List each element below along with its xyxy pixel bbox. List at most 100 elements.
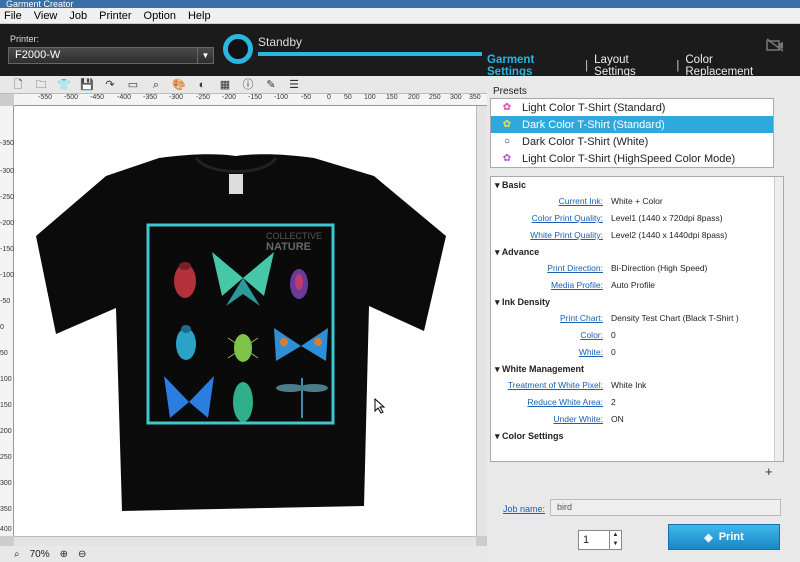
preset-item[interactable]: ✿ Dark Color T-Shirt (Standard) bbox=[491, 116, 773, 133]
canvas-horizontal-scrollbar[interactable] bbox=[14, 536, 476, 546]
highspeed-icon: ✿ bbox=[502, 152, 512, 164]
canvas-area: -550 -500 -450 -400 -350 -300 -250 -200 … bbox=[0, 94, 487, 546]
status-progress-bar bbox=[258, 52, 482, 56]
printer-select[interactable]: F2000-W ▼ bbox=[8, 47, 214, 64]
ruler-label: 150 bbox=[386, 94, 398, 101]
media-profile-value: Auto Profile bbox=[611, 280, 655, 290]
beetle-purple-icon bbox=[290, 269, 308, 299]
dark-shirt-icon: ✿ bbox=[502, 118, 512, 130]
tshirt-tag bbox=[229, 174, 243, 194]
zoom-in-icon[interactable]: ⊕ bbox=[60, 549, 68, 560]
ruler-label: 50 bbox=[344, 94, 352, 101]
menu-bar: File View Job Printer Option Help bbox=[0, 8, 800, 24]
save-icon[interactable]: 💾 bbox=[79, 78, 95, 92]
open-icon[interactable]: 🗀 bbox=[33, 78, 49, 92]
copies-spin-icon[interactable]: ▲ ▼ bbox=[609, 531, 621, 549]
ruler-label: -300 bbox=[0, 168, 15, 175]
menu-printer[interactable]: Printer bbox=[99, 10, 131, 22]
ruler-label: 50 bbox=[0, 350, 8, 357]
copies-stepper[interactable]: 1 ▲ ▼ bbox=[578, 530, 622, 550]
color-density-link[interactable]: Color: bbox=[491, 327, 609, 344]
section-basic[interactable]: ▾ Basic bbox=[491, 177, 783, 193]
ruler-label: 250 bbox=[429, 94, 441, 101]
print-direction-link[interactable]: Print Direction: bbox=[491, 260, 609, 277]
white-density-link[interactable]: White: bbox=[491, 344, 609, 361]
ruler-label: 350 bbox=[469, 94, 481, 101]
section-title: Basic bbox=[502, 180, 527, 190]
under-white-link[interactable]: Under White: bbox=[491, 411, 609, 428]
job-name-input[interactable]: bird bbox=[550, 499, 781, 516]
tab-color-replacement[interactable]: Color Replacement bbox=[685, 54, 780, 78]
job-name-label[interactable]: Job name: bbox=[503, 504, 545, 514]
color-quality-link[interactable]: Color Print Quality: bbox=[491, 210, 609, 227]
preset-item[interactable]: ✿ Light Color T-Shirt (Standard) bbox=[491, 99, 773, 116]
current-ink-link[interactable]: Current Ink: bbox=[491, 193, 609, 210]
redo-icon[interactable]: ↷ bbox=[102, 78, 118, 92]
zoom-fit-icon[interactable]: ⌕ bbox=[14, 549, 20, 560]
notes-icon[interactable]: ✎ bbox=[263, 78, 279, 92]
zoom-out-icon[interactable]: ⊖ bbox=[78, 549, 86, 560]
section-color-settings[interactable]: ▾ Color Settings bbox=[491, 428, 783, 444]
ruler-label: -150 bbox=[0, 246, 15, 253]
window-titlebar: Garment Creator bbox=[0, 0, 800, 8]
preset-label: Dark Color T-Shirt (White) bbox=[522, 135, 649, 148]
white-pixel-link[interactable]: Treatment of White Pixel: bbox=[491, 377, 609, 394]
ruler-label: -250 bbox=[196, 94, 211, 101]
beetle-teal-icon bbox=[233, 382, 253, 422]
new-icon[interactable]: 🗋 bbox=[10, 78, 26, 92]
menu-job[interactable]: Job bbox=[69, 10, 87, 22]
print-button[interactable]: ◈ Print bbox=[668, 524, 780, 550]
ruler-label: -300 bbox=[169, 94, 184, 101]
list-icon[interactable]: ☰ bbox=[286, 78, 302, 92]
ruler-label: -400 bbox=[117, 94, 132, 101]
calculator-icon[interactable]: ▦ bbox=[217, 78, 233, 92]
ruler-label: -550 bbox=[38, 94, 53, 101]
white-quality-link[interactable]: White Print Quality: bbox=[491, 227, 609, 244]
section-advance[interactable]: ▾ Advance bbox=[491, 244, 783, 260]
frame-icon[interactable]: ▭ bbox=[125, 78, 141, 92]
section-title: Ink Density bbox=[502, 297, 551, 307]
shirt-icon[interactable]: 👕 bbox=[56, 78, 72, 92]
tshirt-preview: COLLECTIVE NATURE bbox=[36, 154, 446, 511]
tab-garment-settings[interactable]: Garment Settings bbox=[487, 54, 579, 78]
chevron-down-icon[interactable]: ▼ bbox=[197, 48, 213, 63]
menu-option[interactable]: Option bbox=[144, 10, 176, 22]
palette-icon[interactable]: 🎨 bbox=[171, 78, 187, 92]
under-white-value: ON bbox=[611, 414, 624, 424]
section-ink-density[interactable]: ▾ Ink Density bbox=[491, 294, 783, 310]
menu-file[interactable]: File bbox=[4, 10, 22, 22]
preset-item[interactable]: ✿ Light Color T-Shirt (HighSpeed Color Mo… bbox=[491, 150, 773, 167]
info-icon[interactable]: ⓘ bbox=[240, 78, 256, 92]
setting-row: White Print Quality: Level2 (1440 x 1440d… bbox=[491, 227, 783, 244]
menu-help[interactable]: Help bbox=[188, 10, 211, 22]
status-text: Standby bbox=[258, 35, 303, 49]
add-icon[interactable]: + bbox=[765, 464, 773, 479]
print-chart-link[interactable]: Print Chart: bbox=[491, 310, 609, 327]
reduce-white-link[interactable]: Reduce White Area: bbox=[491, 394, 609, 411]
camera-off-icon[interactable] bbox=[766, 38, 784, 52]
section-white-management[interactable]: ▾ White Management bbox=[491, 361, 783, 377]
tab-layout-settings[interactable]: Layout Settings bbox=[594, 54, 670, 78]
ruler-label: -450 bbox=[90, 94, 105, 101]
ruler-label: 350 bbox=[0, 506, 12, 513]
setting-row: Color Print Quality: Level1 (1440 x 720dp… bbox=[491, 210, 783, 227]
ruler-label: -500 bbox=[64, 94, 79, 101]
copies-value: 1 bbox=[583, 534, 590, 546]
ruler-label: 200 bbox=[408, 94, 420, 101]
window-title: Garment Creator bbox=[6, 0, 74, 8]
ruler-label: -250 bbox=[0, 194, 15, 201]
print-canvas[interactable]: COLLECTIVE NATURE bbox=[14, 106, 476, 536]
menu-view[interactable]: View bbox=[34, 10, 58, 22]
media-profile-link[interactable]: Media Profile: bbox=[491, 277, 609, 294]
search-tool-icon[interactable]: ⌕ bbox=[148, 78, 164, 92]
white-ink-icon[interactable]: ◐ bbox=[194, 78, 210, 92]
preset-item[interactable]: ○ Dark Color T-Shirt (White) bbox=[491, 133, 773, 150]
setting-row: Print Direction: Bi-Direction (High Speed… bbox=[491, 260, 783, 277]
canvas-vertical-scrollbar[interactable] bbox=[476, 106, 487, 536]
print-direction-value: Bi-Direction (High Speed) bbox=[611, 263, 708, 273]
ruler-label: -150 bbox=[248, 94, 263, 101]
settings-tabs: Garment Settings | Layout Settings | Col… bbox=[487, 54, 800, 78]
ruler-label: 0 bbox=[327, 94, 331, 101]
settings-scrollbar[interactable] bbox=[774, 177, 783, 461]
ruler-label: 0 bbox=[0, 324, 4, 331]
